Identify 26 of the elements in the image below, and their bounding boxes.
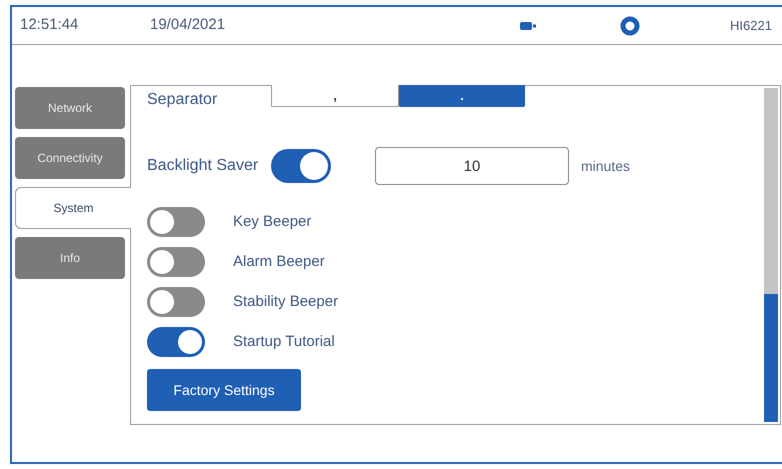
scrollbar[interactable] bbox=[764, 88, 778, 422]
backlight-label: Backlight Saver bbox=[147, 156, 260, 176]
clock-time: 12:51:44 bbox=[20, 15, 80, 36]
setting-label: Key Beeper bbox=[233, 212, 312, 232]
model-name: HI6221 bbox=[730, 16, 772, 35]
side-tab[interactable]: System bbox=[15, 187, 131, 229]
setting-label: Stability Beeper bbox=[233, 292, 338, 312]
battery-icon bbox=[520, 22, 536, 30]
minutes-unit: minutes bbox=[581, 156, 630, 176]
side-tab[interactable]: Info bbox=[15, 237, 125, 279]
separator-option[interactable]: , bbox=[271, 85, 399, 107]
toggle-switch[interactable] bbox=[147, 287, 205, 317]
side-tab[interactable]: Network bbox=[15, 87, 125, 129]
setting-label: Alarm Beeper bbox=[233, 252, 325, 272]
separator-label: Separator bbox=[147, 90, 218, 110]
setting-label: Startup Tutorial bbox=[233, 332, 335, 352]
toggle-switch[interactable] bbox=[271, 149, 331, 183]
toggle-switch[interactable] bbox=[147, 247, 205, 277]
side-tab[interactable]: Connectivity bbox=[15, 137, 125, 179]
minutes-field[interactable]: 10 bbox=[375, 147, 569, 185]
separator-option[interactable]: . bbox=[399, 85, 525, 107]
toggle-switch[interactable] bbox=[147, 327, 205, 357]
factory-settings-button[interactable]: Factory Settings bbox=[147, 369, 301, 411]
ring-icon bbox=[620, 16, 640, 36]
date-text: 19/04/2021 bbox=[150, 15, 226, 36]
toggle-switch[interactable] bbox=[147, 207, 205, 237]
